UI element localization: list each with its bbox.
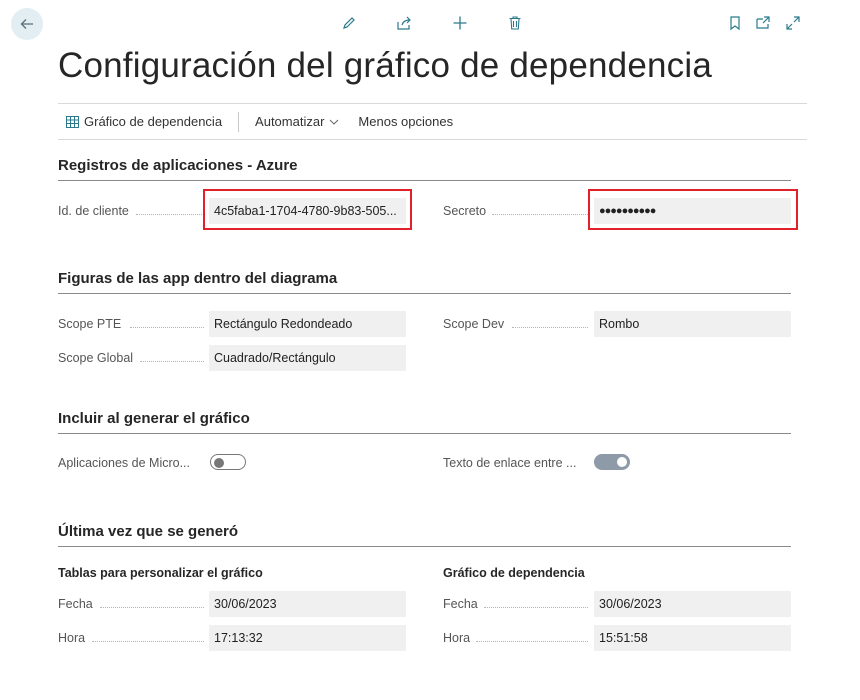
client-id-highlight [203,189,412,230]
right-time-label: Hora [443,631,471,645]
expand-button[interactable] [784,14,802,32]
chart-subheading: Gráfico de dependencia [443,566,585,580]
ms-apps-label: Aplicaciones de Micro... [58,456,191,470]
plus-icon [453,16,467,30]
action-separator [238,111,240,132]
section-last-generated-title: Última vez que se generó [58,523,791,547]
bookmark-icon [730,16,740,31]
dot-leader [140,360,204,362]
dot-leader [136,213,204,215]
automate-menu[interactable]: Automatizar [247,104,348,139]
left-time-label: Hora [58,631,86,645]
toggle-knob [617,457,627,467]
right-date-label: Fecha [443,597,478,611]
dot-leader [512,326,588,328]
ms-apps-toggle[interactable] [210,454,246,470]
page-title: Configuración del gráfico de dependencia [58,46,713,85]
chevron-down-icon [330,119,339,125]
less-options-label: Menos opciones [358,114,454,129]
client-id-label: Id. de cliente [58,204,129,218]
dependency-chart-action-label: Gráfico de dependencia [84,114,223,129]
left-time-field[interactable]: 17:13:32 [209,625,406,651]
section-include-title: Incluir al generar el gráfico [58,410,791,434]
pencil-icon [343,17,355,29]
dot-leader [130,326,204,328]
right-time-field[interactable]: 15:51:58 [594,625,791,651]
expand-icon [786,16,800,30]
edit-button[interactable] [340,14,358,32]
left-date-label: Fecha [58,597,93,611]
scope-pte-label: Scope PTE [58,317,122,331]
back-button[interactable] [11,8,43,40]
less-options-button[interactable]: Menos opciones [348,104,461,139]
link-text-label: Texto de enlace entre ... [443,456,577,470]
scope-dev-label: Scope Dev [443,317,505,331]
toggle-knob [214,458,224,468]
back-arrow-icon [20,19,33,29]
open-new-window-button[interactable] [754,14,772,32]
bookmark-button[interactable] [726,14,744,32]
new-button[interactable] [451,14,469,32]
trash-icon [509,16,521,30]
secret-highlight [588,189,798,230]
action-bar: Gráfico de dependencia Automatizar Menos… [58,103,807,140]
scope-global-select[interactable]: Cuadrado/Rectángulo [209,345,406,371]
tables-subheading: Tablas para personalizar el gráfico [58,566,263,580]
share-button[interactable] [395,14,413,32]
right-date-field[interactable]: 30/06/2023 [594,591,791,617]
dependency-chart-action[interactable]: Gráfico de dependencia [58,104,230,139]
dot-leader [492,213,588,215]
table-grid-icon [66,115,79,128]
popout-icon [756,16,770,29]
section-shapes-title: Figuras de las app dentro del diagrama [58,270,791,294]
dot-leader [476,640,588,642]
left-date-field[interactable]: 30/06/2023 [209,591,406,617]
top-toolbar [0,0,860,48]
delete-button[interactable] [506,14,524,32]
share-icon [397,16,411,30]
dot-leader [100,606,204,608]
secret-label: Secreto [443,204,487,218]
scope-pte-select[interactable]: Rectángulo Redondeado [209,311,406,337]
automate-menu-label: Automatizar [255,114,325,129]
dot-leader [92,640,204,642]
scope-global-label: Scope Global [58,351,134,365]
scope-dev-select[interactable]: Rombo [594,311,791,337]
section-azure-title: Registros de aplicaciones - Azure [58,157,791,181]
dot-leader [484,606,588,608]
link-text-toggle[interactable] [594,454,630,470]
